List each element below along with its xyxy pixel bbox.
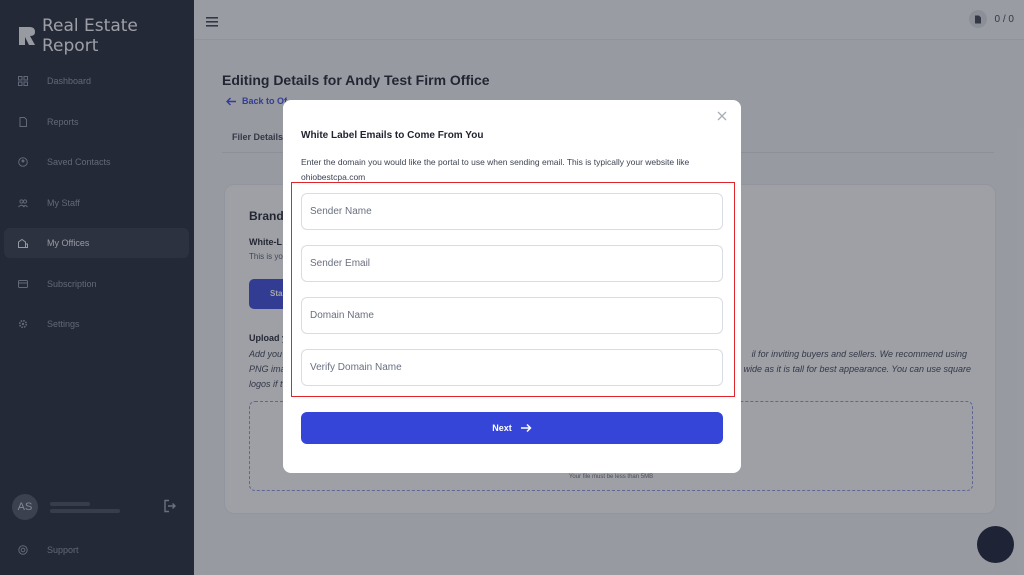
chat-launcher-button[interactable] (977, 526, 1014, 563)
close-icon[interactable] (715, 109, 729, 123)
arrow-right-icon (520, 423, 532, 433)
sender-name-field[interactable] (301, 193, 723, 230)
modal-title: White Label Emails to Come From You (301, 130, 484, 141)
modal-description: Enter the domain you would like the port… (301, 157, 690, 182)
domain-name-field[interactable] (301, 297, 723, 334)
sender-email-field[interactable] (301, 245, 723, 282)
next-button-label: Next (492, 423, 512, 433)
verify-domain-field[interactable] (301, 349, 723, 386)
white-label-modal: White Label Emails to Come From You Ente… (283, 100, 741, 473)
next-button[interactable]: Next (301, 412, 723, 444)
